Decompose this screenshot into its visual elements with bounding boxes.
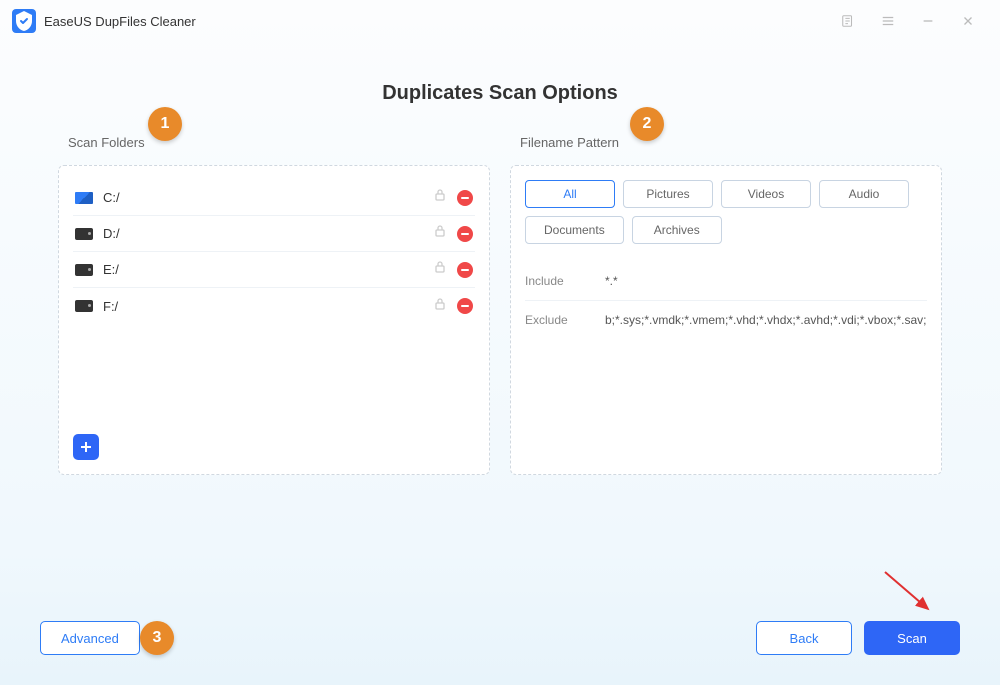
folder-name: D:/ [103, 226, 433, 241]
minimize-icon[interactable] [908, 6, 948, 36]
remove-folder-button[interactable] [457, 190, 473, 206]
scan-button[interactable]: Scan [864, 621, 960, 655]
folder-row[interactable]: C:/ [73, 180, 475, 216]
pattern-btn-audio[interactable]: Audio [819, 180, 909, 208]
remove-folder-button[interactable] [457, 298, 473, 314]
menu-icon[interactable] [868, 6, 908, 36]
remove-folder-button[interactable] [457, 226, 473, 242]
titlebar: EaseUS DupFiles Cleaner [0, 0, 1000, 42]
scan-folders-label: Scan Folders [68, 135, 490, 150]
add-folder-button[interactable] [73, 434, 99, 460]
include-value[interactable]: *.* [605, 274, 927, 288]
page-title: Duplicates Scan Options [0, 82, 1000, 105]
drive-icon [75, 264, 93, 276]
folder-name: E:/ [103, 262, 433, 277]
drive-icon [75, 300, 93, 312]
pattern-btn-videos[interactable]: Videos [721, 180, 811, 208]
lock-icon[interactable] [433, 188, 447, 207]
pattern-btn-all[interactable]: All [525, 180, 615, 208]
close-icon[interactable] [948, 6, 988, 36]
exclude-label: Exclude [525, 313, 605, 327]
drive-icon [75, 228, 93, 240]
back-button[interactable]: Back [756, 621, 852, 655]
lock-icon[interactable] [433, 297, 447, 316]
folder-row[interactable]: F:/ [73, 288, 475, 324]
scan-folders-panel: 1 Scan Folders C:/ D:/ E:/ F:/ [58, 135, 490, 475]
folder-name: F:/ [103, 299, 433, 314]
drive-icon [75, 192, 93, 204]
app-logo [12, 9, 36, 33]
scan-folders-box: C:/ D:/ E:/ F:/ [58, 165, 490, 475]
lock-icon[interactable] [433, 260, 447, 279]
filename-pattern-box: AllPicturesVideosAudioDocumentsArchives … [510, 165, 942, 475]
step-badge-2: 2 [630, 107, 664, 141]
pattern-btn-pictures[interactable]: Pictures [623, 180, 713, 208]
include-label: Include [525, 274, 605, 288]
folder-name: C:/ [103, 190, 433, 205]
filename-pattern-label: Filename Pattern [520, 135, 942, 150]
remove-folder-button[interactable] [457, 262, 473, 278]
step-badge-3: 3 [140, 621, 174, 655]
arrow-annotation [880, 567, 940, 617]
advanced-button[interactable]: Advanced [40, 621, 140, 655]
pattern-btn-archives[interactable]: Archives [632, 216, 722, 244]
folder-row[interactable]: E:/ [73, 252, 475, 288]
step-badge-1: 1 [148, 107, 182, 141]
lock-icon[interactable] [433, 224, 447, 243]
exclude-value[interactable]: b;*.sys;*.vmdk;*.vmem;*.vhd;*.vhdx;*.avh… [605, 313, 927, 327]
app-title: EaseUS DupFiles Cleaner [44, 14, 196, 29]
notes-icon[interactable] [828, 6, 868, 36]
pattern-btn-documents[interactable]: Documents [525, 216, 624, 244]
folder-row[interactable]: D:/ [73, 216, 475, 252]
filename-pattern-panel: 2 Filename Pattern AllPicturesVideosAudi… [510, 135, 942, 475]
